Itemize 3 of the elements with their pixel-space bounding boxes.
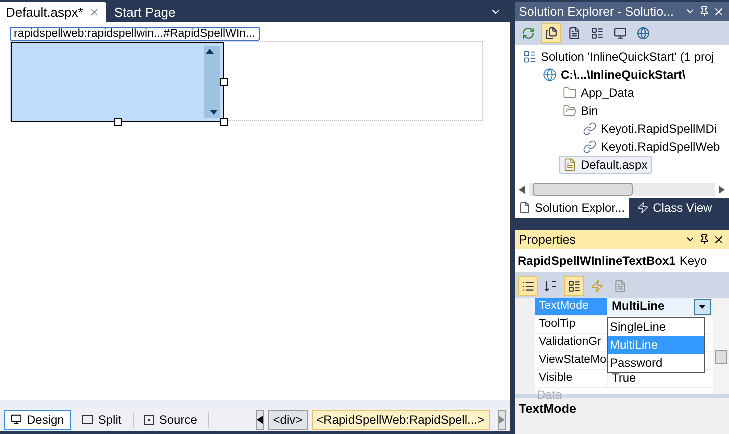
panel-title: Properties — [519, 232, 577, 246]
panel-title: Solution Explorer - Solutio... — [519, 4, 675, 18]
description-title: TextMode — [519, 402, 576, 416]
